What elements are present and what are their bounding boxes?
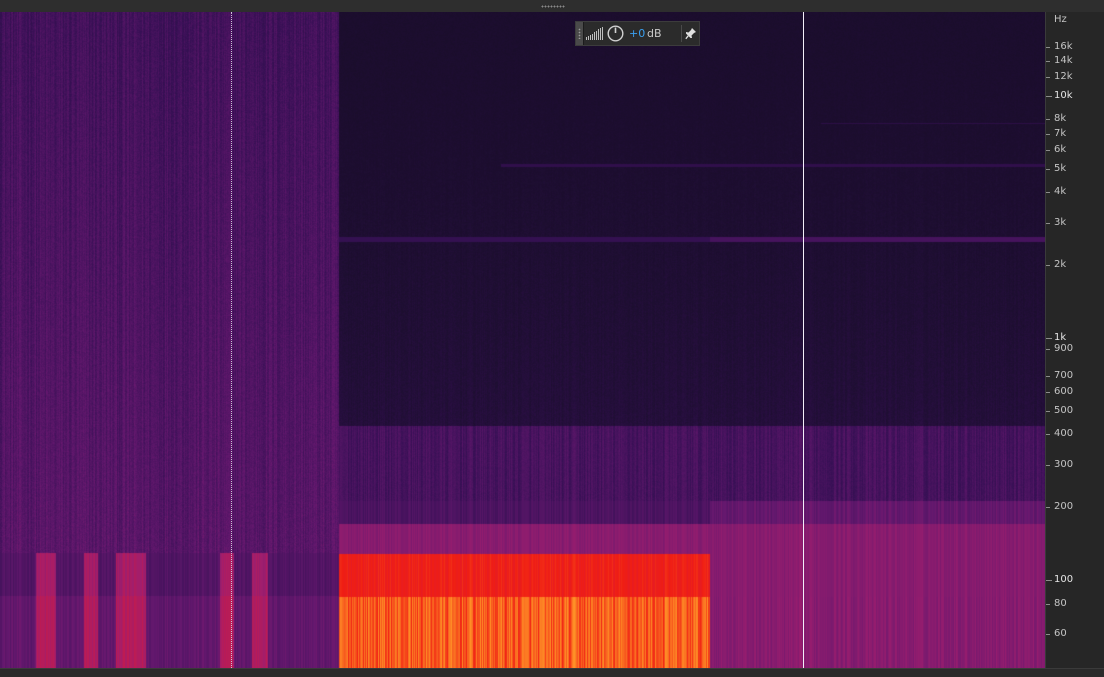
selection-marker[interactable]	[231, 12, 232, 668]
ruler-tick	[1046, 338, 1052, 340]
panel-bottom-bar	[0, 668, 1104, 677]
ruler-tick	[1046, 603, 1050, 605]
ruler-label: 14k	[1054, 54, 1073, 66]
spectrogram-canvas[interactable]	[0, 12, 1045, 668]
ruler-label: 100	[1054, 574, 1074, 586]
ruler-label: 5k	[1054, 162, 1067, 174]
ruler-tick	[1046, 222, 1050, 224]
pin-icon[interactable]	[685, 27, 697, 40]
ruler-label: 600	[1054, 385, 1074, 397]
ruler-tick	[1046, 119, 1050, 121]
spectral-frequency-display[interactable]: +0 dB	[0, 12, 1045, 668]
ruler-tick	[1046, 76, 1050, 78]
ruler-tick	[1046, 192, 1050, 194]
frequency-ruler[interactable]: Hz 16k 14k 12k 10k 8k 7k 6k 5k 4k 3k 2k 1k 900 700 600…	[1045, 12, 1104, 668]
ruler-tick	[1046, 634, 1050, 635]
ruler-tick	[1046, 46, 1050, 48]
ruler-tick	[1046, 580, 1052, 582]
ruler-label: 700	[1054, 369, 1074, 381]
ruler-label: 500	[1054, 405, 1074, 417]
ruler-tick	[1046, 149, 1050, 151]
ruler-unit-label: Hz	[1054, 14, 1067, 25]
ruler-label: 7k	[1054, 127, 1067, 139]
ruler-tick	[1046, 265, 1050, 267]
level-meter-icon	[586, 27, 603, 40]
playhead-cursor[interactable]	[803, 12, 804, 668]
gain-knob-icon	[607, 25, 624, 42]
spectral-editor: +0 dB Hz 16k 14k 12k 10k 8k 7k 6k 5k 4k 3k 2k 1k 900…	[0, 0, 1104, 677]
ruler-tick	[1046, 507, 1050, 509]
gain-knob[interactable]	[607, 25, 624, 42]
ruler-tick	[1046, 411, 1050, 413]
ruler-label: 60	[1054, 628, 1067, 639]
ruler-tick	[1046, 168, 1050, 170]
ruler-label: 80	[1054, 597, 1067, 609]
ruler-tick	[1046, 434, 1050, 436]
gain-value[interactable]: +0	[629, 27, 645, 40]
ruler-label: 400	[1054, 428, 1074, 440]
ruler-tick	[1046, 391, 1050, 393]
hud-drag-handle-icon[interactable]	[576, 22, 584, 45]
ruler-label: 2k	[1054, 259, 1067, 271]
gain-unit: dB	[647, 27, 662, 40]
ruler-tick	[1046, 96, 1052, 97]
ruler-label: 4k	[1054, 186, 1067, 198]
ruler-label: 8k	[1054, 113, 1067, 125]
ruler-label: 3k	[1054, 216, 1067, 228]
ruler-tick	[1046, 133, 1050, 135]
ruler-label: 10k	[1054, 90, 1073, 101]
ruler-tick	[1046, 349, 1050, 351]
ruler-label: 16k	[1054, 40, 1073, 52]
ruler-label: 200	[1054, 501, 1074, 513]
ruler-tick	[1046, 464, 1050, 466]
ruler-label: 900	[1054, 343, 1074, 355]
panel-resize-grip-icon[interactable]	[541, 5, 565, 8]
ruler-label: 12k	[1054, 70, 1073, 82]
ruler-tick	[1046, 375, 1050, 377]
ruler-label: 6k	[1054, 143, 1067, 155]
hud-divider	[681, 25, 682, 42]
ruler-tick	[1046, 60, 1050, 62]
heads-up-display[interactable]: +0 dB	[575, 21, 700, 46]
ruler-label: 300	[1054, 458, 1074, 470]
